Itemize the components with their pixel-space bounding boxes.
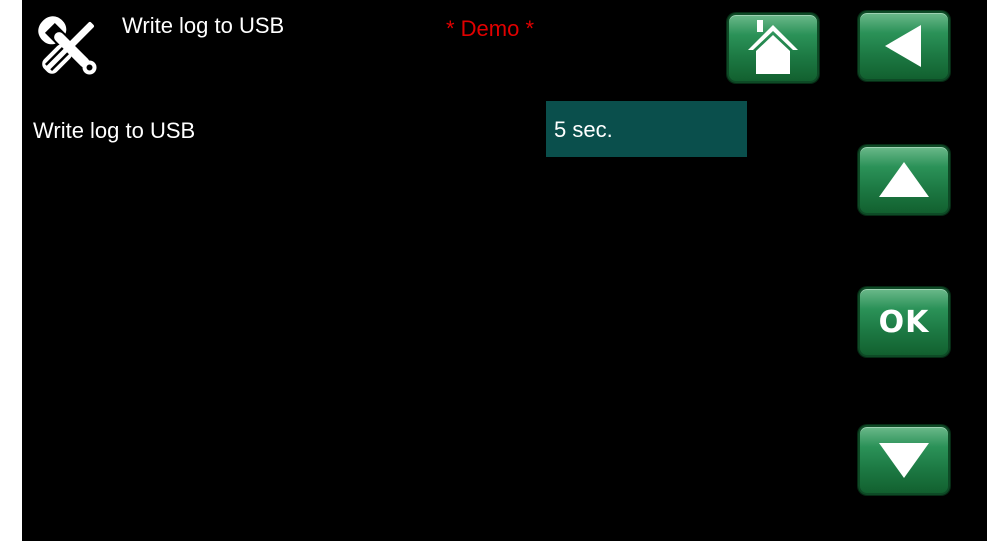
ok-button-label: OK [878,304,930,340]
home-icon [744,20,802,76]
tools-icon [32,10,106,84]
setting-label: Write log to USB [33,118,196,143]
scroll-up-button[interactable] [858,145,950,215]
page-title: Write log to USB [122,13,285,38]
down-arrow-icon [876,439,932,481]
ok-button[interactable]: OK [858,287,950,357]
scroll-down-button[interactable] [858,425,950,495]
up-arrow-icon [876,159,932,201]
setting-row-write-log: Write log to USB 5 sec. [22,101,762,157]
display-screen: Write log to USB * Demo * Write log to U… [22,0,987,541]
demo-mode-label: * Demo * [446,16,535,41]
setting-value-field[interactable]: 5 sec. [546,101,747,157]
home-button[interactable] [727,13,819,83]
back-button[interactable] [858,11,950,81]
back-arrow-icon [879,21,929,71]
